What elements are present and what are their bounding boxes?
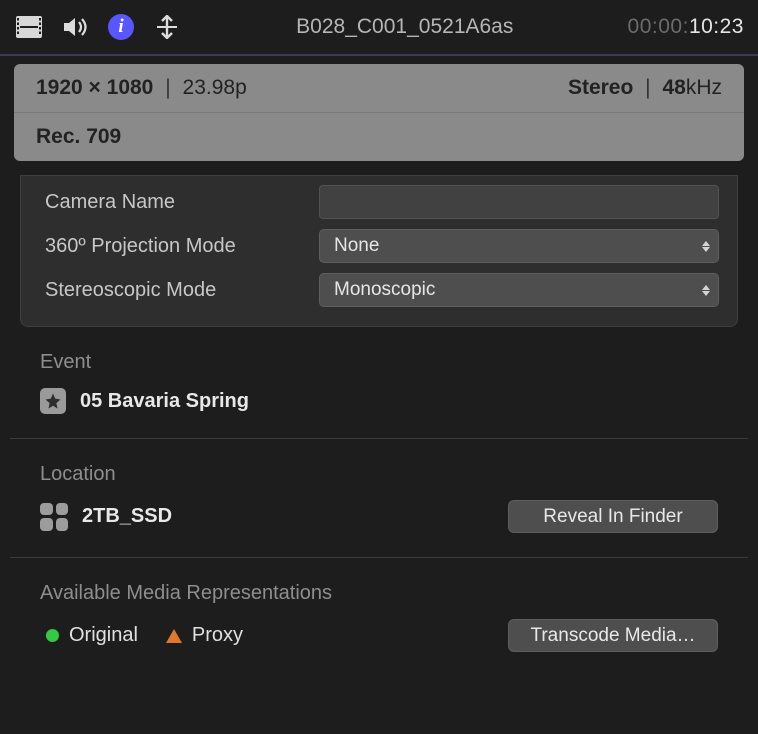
- video-format: 1920 × 1080 | 23.98p: [36, 76, 247, 100]
- audio-format: Stereo | 48kHz: [568, 76, 722, 100]
- toolbar-icon-group: i: [14, 12, 182, 42]
- event-label: Event: [40, 351, 718, 374]
- select-arrows-icon: [702, 285, 710, 296]
- film-icon[interactable]: [14, 12, 44, 42]
- info-strip-row-colorspace: Rec. 709: [14, 112, 744, 161]
- stereoscopic-value: Monoscopic: [334, 279, 435, 301]
- projection-value: None: [334, 235, 379, 257]
- projection-select[interactable]: None: [319, 229, 719, 263]
- info-icon[interactable]: i: [106, 12, 136, 42]
- camera-name-input[interactable]: [319, 185, 719, 219]
- projection-label: 360º Projection Mode: [39, 235, 319, 258]
- projection-row: 360º Projection Mode None: [39, 224, 719, 268]
- status-available-icon: [46, 629, 59, 642]
- stereoscopic-row: Stereoscopic Mode Monoscopic: [39, 268, 719, 312]
- star-icon: [40, 388, 66, 414]
- rep-proxy-label: Proxy: [192, 624, 243, 647]
- audio-rate-unit: kHz: [686, 76, 722, 99]
- camera-name-label: Camera Name: [39, 191, 319, 214]
- rep-original: Original: [46, 624, 138, 647]
- clip-title: B028_C001_0521A6as: [182, 15, 628, 39]
- rep-proxy: Proxy: [166, 624, 243, 647]
- stereoscopic-label: Stereoscopic Mode: [39, 279, 319, 302]
- toolbar-divider: [0, 54, 758, 56]
- audio-rate-value: 48: [662, 76, 685, 99]
- location-section: Location 2TB_SSD Reveal In Finder: [0, 439, 758, 557]
- timecode-inactive: 00:00:: [628, 15, 689, 38]
- clip-properties-group: Camera Name 360º Projection Mode None St…: [20, 175, 738, 327]
- event-name: 05 Bavaria Spring: [80, 390, 249, 413]
- info-strip-row-format: 1920 × 1080 | 23.98p Stereo | 48kHz: [14, 64, 744, 112]
- rep-original-label: Original: [69, 624, 138, 647]
- status-warning-icon: [166, 629, 182, 643]
- stereoscopic-select[interactable]: Monoscopic: [319, 273, 719, 307]
- inspector-toolbar: i B028_C001_0521A6as 00:00:10:23: [0, 0, 758, 54]
- media-reps-label: Available Media Representations: [40, 582, 718, 605]
- camera-name-row: Camera Name: [39, 180, 719, 224]
- clip-info-strip: 1920 × 1080 | 23.98p Stereo | 48kHz Rec.…: [14, 64, 744, 161]
- location-value: 2TB_SSD: [40, 503, 172, 531]
- media-reps-items: Original Proxy: [40, 624, 243, 647]
- timecode-active: 10:23: [689, 15, 744, 38]
- media-representations-section: Available Media Representations Original…: [0, 558, 758, 676]
- share-icon[interactable]: [152, 12, 182, 42]
- select-arrows-icon: [702, 241, 710, 252]
- event-section: Event 05 Bavaria Spring: [0, 327, 758, 438]
- event-value: 05 Bavaria Spring: [40, 388, 249, 414]
- colorspace: Rec. 709: [36, 125, 121, 149]
- framerate: 23.98p: [183, 76, 247, 99]
- resolution: 1920 × 1080: [36, 76, 153, 99]
- location-label: Location: [40, 463, 718, 486]
- timecode: 00:00:10:23: [628, 15, 744, 39]
- reveal-in-finder-button[interactable]: Reveal In Finder: [508, 500, 718, 533]
- transcode-media-button[interactable]: Transcode Media…: [508, 619, 718, 652]
- speaker-icon[interactable]: [60, 12, 90, 42]
- drive-icon: [40, 503, 68, 531]
- location-name: 2TB_SSD: [82, 505, 172, 528]
- audio-channels: Stereo: [568, 76, 633, 99]
